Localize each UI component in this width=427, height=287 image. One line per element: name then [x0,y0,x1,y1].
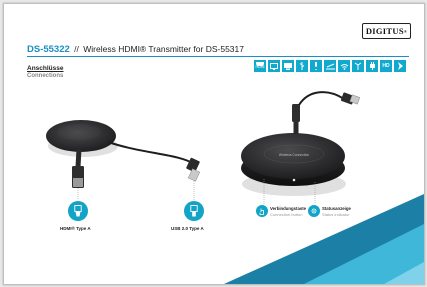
usb-label: USB 2.0 Type A [171,226,204,231]
product-illustration: Wireless Connection [46,91,424,284]
usb-connector-icon [190,205,198,217]
pairing-sublabel: Connection button [270,212,303,217]
hdmi-connector-icon [74,205,82,217]
left-transmitter [46,120,201,200]
connection-button-text: Wireless Connection [279,153,309,157]
status-label: Statusanzeige [322,206,351,211]
hdmi-label: HDMI® Type A [60,226,91,231]
hdmi-badge [68,201,88,221]
left-ribbon-cable [75,148,82,168]
status-sublabel: Status indicator [322,212,350,217]
product-sheet: DIGITUS ® DS-55322 // Wireless HDMI® Tran… [3,3,425,285]
hand-pointer-icon [259,208,264,215]
usb-plug-tip [187,168,201,182]
status-badge [308,205,320,217]
status-led [292,178,296,182]
led-indicator-icon [311,208,317,214]
pairing-label: Verbindungstaste [270,206,307,211]
usb-badge [184,201,204,221]
right-transmitter: Wireless Connection [241,91,361,204]
pairing-badge [256,205,268,217]
left-usb-cable [107,141,195,165]
right-usb-cable [298,91,345,106]
